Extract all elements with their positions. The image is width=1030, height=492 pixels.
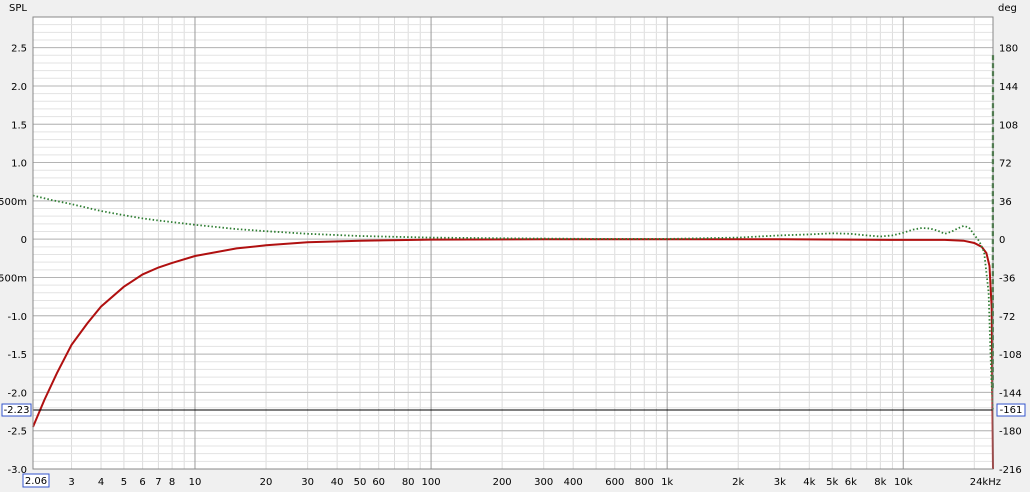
x-tick-label: 800 xyxy=(635,477,654,488)
x-tick-label: 200 xyxy=(493,477,512,488)
y-left-tick-label: -1.0 xyxy=(7,312,27,323)
left-axis-unit: SPL xyxy=(9,3,27,14)
x-tick-label: 5k xyxy=(826,477,838,488)
y-right-tick-label: -180 xyxy=(999,427,1022,438)
y-left-tick-label: 500m xyxy=(0,197,27,208)
y-left-tick-label: 2.5 xyxy=(11,44,27,55)
x-tick-label: 80 xyxy=(402,477,415,488)
y-left-tick-label: 1.0 xyxy=(11,159,27,170)
cursor-right-readout: -161 xyxy=(996,403,1026,417)
y-right-tick-label: 180 xyxy=(999,44,1018,55)
cursor-right-value: -161 xyxy=(1000,405,1023,416)
x-tick-label: 7 xyxy=(155,477,161,488)
y-right-tick-label: 0 xyxy=(999,235,1005,246)
x-tick-label: 20 xyxy=(260,477,273,488)
x-tick-label: 4k xyxy=(803,477,815,488)
x-tick-label: 10 xyxy=(189,477,202,488)
y-left-tick-label: -1.5 xyxy=(7,350,27,361)
x-tick-label: 300 xyxy=(534,477,553,488)
x-tick-label: 1k xyxy=(661,477,673,488)
y-left-tick-label: -2.5 xyxy=(7,427,27,438)
x-tick-label: 6 xyxy=(139,477,145,488)
x-axis-ticks: 3 4 5 6 7 8 10 20 30 40 50 60 80 100 200 300 400 600 800 1k… xyxy=(68,477,1001,488)
y-left-tick-label: 0 xyxy=(21,235,27,246)
x-tick-label: 3 xyxy=(68,477,74,488)
y-left-tick-label: 1.5 xyxy=(11,120,27,131)
y-right-tick-label: 144 xyxy=(999,82,1018,93)
x-tick-label: 8 xyxy=(169,477,175,488)
x-tick-label: 5 xyxy=(121,477,127,488)
plot-area[interactable] xyxy=(33,17,993,469)
y-right-tick-label: -216 xyxy=(999,465,1022,476)
y-right-tick-label: -108 xyxy=(999,350,1022,361)
y-right-tick-label: 36 xyxy=(999,197,1012,208)
y-right-tick-label: -144 xyxy=(999,388,1022,399)
x-tick-label: 40 xyxy=(331,477,344,488)
x-tick-label: 24kHz xyxy=(970,477,1001,488)
y-left-tick-label: -500m xyxy=(0,273,27,284)
x-tick-label: 50 xyxy=(354,477,367,488)
cursor-x-value: 2.06 xyxy=(25,476,47,487)
right-axis-unit: deg xyxy=(998,3,1017,14)
y-left-tick-label: -2.0 xyxy=(7,388,27,399)
y-right-tick-label: 72 xyxy=(999,159,1012,170)
x-tick-label: 3k xyxy=(774,477,786,488)
x-tick-label: 100 xyxy=(422,477,441,488)
x-tick-label: 2k xyxy=(732,477,744,488)
y-left-tick-label: 2.0 xyxy=(11,82,27,93)
cursor-left-readout: -2.23 xyxy=(1,403,32,417)
x-tick-label: 4 xyxy=(98,477,104,488)
y-right-tick-label: 108 xyxy=(999,120,1018,131)
x-tick-label: 600 xyxy=(605,477,624,488)
cursor-x-readout: 2.06 xyxy=(22,473,50,488)
y-right-tick-label: -36 xyxy=(999,273,1015,284)
x-tick-label: 6k xyxy=(845,477,857,488)
x-tick-label: 400 xyxy=(564,477,583,488)
x-tick-label: 10k xyxy=(894,477,913,488)
y-right-tick-label: -72 xyxy=(999,312,1015,323)
cursor-left-value: -2.23 xyxy=(4,405,30,416)
frequency-response-chart[interactable]: 2.5 2.0 1.5 1.0 500m 0 -500m -1.0 -1.5 -2.0 -2.5 -3… xyxy=(0,0,1030,492)
x-tick-label: 60 xyxy=(372,477,385,488)
x-tick-label: 30 xyxy=(301,477,314,488)
x-tick-label: 8k xyxy=(874,477,886,488)
